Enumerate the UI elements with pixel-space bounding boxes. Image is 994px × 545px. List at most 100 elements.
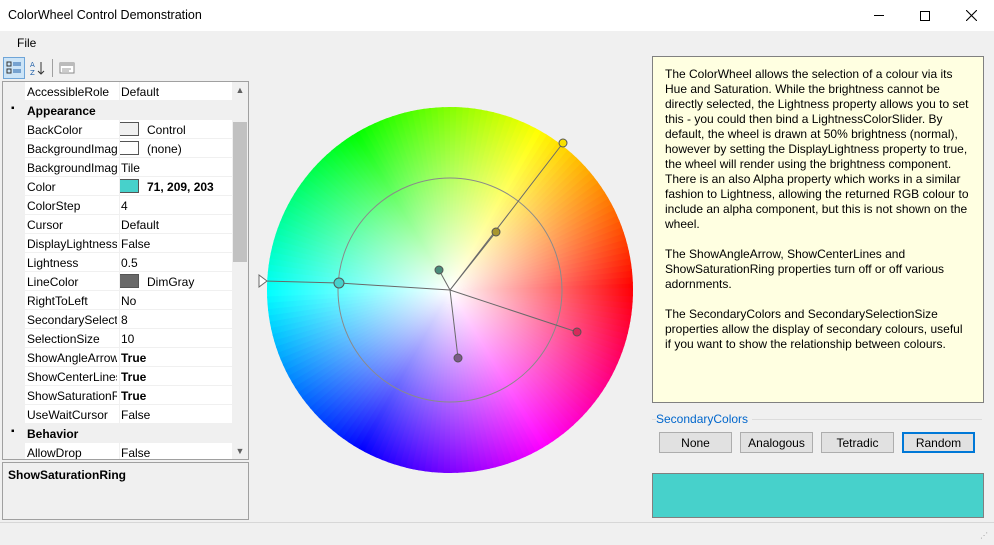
property-row-cursor[interactable]: Cursor Default <box>3 215 233 234</box>
property-value[interactable]: False <box>121 237 150 251</box>
property-value[interactable]: 8 <box>121 313 128 327</box>
column-divider <box>119 196 120 215</box>
property-value[interactable]: No <box>121 294 136 308</box>
secondary-marker-1[interactable] <box>558 138 568 148</box>
property-value[interactable]: DimGray <box>147 275 194 289</box>
info-paragraph-2: The ShowAngleArrow, ShowCenterLines and … <box>665 247 945 291</box>
none-button[interactable]: None <box>659 432 732 453</box>
collapse-icon[interactable]: ▪ <box>11 103 15 114</box>
column-divider <box>119 158 120 177</box>
selected-color-preview <box>652 473 984 518</box>
property-value[interactable]: (none) <box>147 142 182 156</box>
property-description-pane: ShowSaturationRing <box>2 462 249 520</box>
scrollbar-thumb[interactable] <box>233 122 247 262</box>
property-row-usewaitcursor[interactable]: UseWaitCursor False <box>3 405 233 424</box>
column-divider <box>119 82 120 101</box>
color-swatch <box>119 122 139 136</box>
property-value[interactable]: Default <box>121 85 159 99</box>
property-name: ShowSaturationRing <box>27 389 117 403</box>
column-divider <box>119 443 120 459</box>
property-grid-scrollbar[interactable]: ▲ ▼ <box>232 82 248 459</box>
window-title: ColorWheel Control Demonstration <box>8 8 202 22</box>
property-name: Lightness <box>27 256 79 270</box>
info-paragraph-1: The ColorWheel allows the selection of a… <box>665 67 969 231</box>
property-name: ShowCenterLines <box>27 370 117 384</box>
column-divider <box>119 291 120 310</box>
property-value[interactable]: 0.5 <box>121 256 138 270</box>
analogous-button[interactable]: Analogous <box>740 432 813 453</box>
category-behavior[interactable]: ▪ Behavior <box>3 424 233 443</box>
property-row-linecolor[interactable]: LineColor DimGray <box>3 272 233 291</box>
minimize-button[interactable] <box>856 0 902 31</box>
scroll-down-icon[interactable]: ▼ <box>232 443 248 459</box>
property-name: AccessibleRole <box>27 85 110 99</box>
property-value[interactable]: 71, 209, 203 <box>147 180 214 194</box>
collapse-icon[interactable]: ▪ <box>11 426 15 437</box>
secondary-marker-4[interactable] <box>453 353 463 363</box>
property-value[interactable]: 4 <box>121 199 128 213</box>
property-pages-icon <box>59 62 75 74</box>
property-value[interactable]: Default <box>121 218 159 232</box>
property-value[interactable]: False <box>121 446 150 459</box>
property-value[interactable]: Tile <box>121 161 140 175</box>
secondary-marker-5[interactable] <box>434 265 444 275</box>
property-row-showcenterlines[interactable]: ShowCenterLines True <box>3 367 233 386</box>
selection-marker[interactable] <box>333 277 345 289</box>
property-row-selectionsize[interactable]: SelectionSize 10 <box>3 329 233 348</box>
property-row-lightness[interactable]: Lightness 0.5 <box>3 253 233 272</box>
column-divider <box>119 329 120 348</box>
secondary-colors-label: SecondaryColors <box>656 412 753 426</box>
close-button[interactable] <box>948 0 994 31</box>
property-row-showanglearrow[interactable]: ShowAngleArrow True <box>3 348 233 367</box>
property-name: AllowDrop <box>27 446 82 460</box>
property-value[interactable]: True <box>121 351 146 365</box>
column-divider <box>119 234 120 253</box>
scroll-up-icon[interactable]: ▲ <box>232 82 248 98</box>
status-bar: ⋰ <box>0 522 994 545</box>
property-row-backcolor[interactable]: BackColor Control <box>3 120 233 139</box>
column-divider <box>119 367 120 386</box>
resize-grip-icon[interactable]: ⋰ <box>980 531 990 541</box>
color-wheel-area[interactable] <box>250 55 646 520</box>
secondary-marker-2[interactable] <box>491 227 501 237</box>
property-row-accessiblerole[interactable]: AccessibleRole Default <box>3 82 233 101</box>
column-divider <box>119 405 120 424</box>
info-textbox[interactable]: The ColorWheel allows the selection of a… <box>652 56 984 403</box>
svg-text:Z: Z <box>30 69 35 76</box>
category-appearance[interactable]: ▪ Appearance <box>3 101 233 120</box>
property-row-backgroundimage[interactable]: BackgroundImage (none) <box>3 139 233 158</box>
menu-file[interactable]: File <box>17 36 36 50</box>
property-grid-toolbar: A Z <box>0 55 250 81</box>
property-row-colorstep[interactable]: ColorStep 4 <box>3 196 233 215</box>
property-grid[interactable]: AccessibleRole Default ▪ Appearance BackColo… <box>2 81 249 460</box>
angle-arrow-icon <box>258 274 268 288</box>
toolbar-separator <box>52 59 53 77</box>
property-value[interactable]: True <box>121 370 146 384</box>
alphabetical-button[interactable]: A Z <box>26 57 48 79</box>
property-value[interactable]: 10 <box>121 332 134 346</box>
property-row-backgroundimagelayout[interactable]: BackgroundImageLayout Tile <box>3 158 233 177</box>
close-icon <box>965 10 977 21</box>
color-wheel[interactable] <box>250 55 646 520</box>
secondary-marker-3[interactable] <box>572 327 582 337</box>
property-row-color[interactable]: Color 71, 209, 203 <box>3 177 233 196</box>
property-row-displaylightness[interactable]: DisplayLightness False <box>3 234 233 253</box>
property-row-secondaryselectionsize[interactable]: SecondarySelectionSize 8 <box>3 310 233 329</box>
property-row-righttoleft[interactable]: RightToLeft No <box>3 291 233 310</box>
color-swatch <box>119 274 139 288</box>
property-value[interactable]: Control <box>147 123 186 137</box>
property-name: Cursor <box>27 218 64 232</box>
property-name: SelectionSize <box>27 332 100 346</box>
categorized-button[interactable] <box>3 57 25 79</box>
property-row-showsaturationring[interactable]: ShowSaturationRing True <box>3 386 233 405</box>
maximize-button[interactable] <box>902 0 948 31</box>
property-value[interactable]: False <box>121 408 150 422</box>
categorized-icon <box>6 61 21 74</box>
column-divider <box>119 272 120 291</box>
category-label: Behavior <box>27 427 79 441</box>
tetradic-button[interactable]: Tetradic <box>821 432 894 453</box>
property-pages-button[interactable] <box>56 57 78 79</box>
property-value[interactable]: True <box>121 389 146 403</box>
property-row-allowdrop[interactable]: AllowDrop False <box>3 443 233 460</box>
random-button[interactable]: Random <box>902 432 975 453</box>
